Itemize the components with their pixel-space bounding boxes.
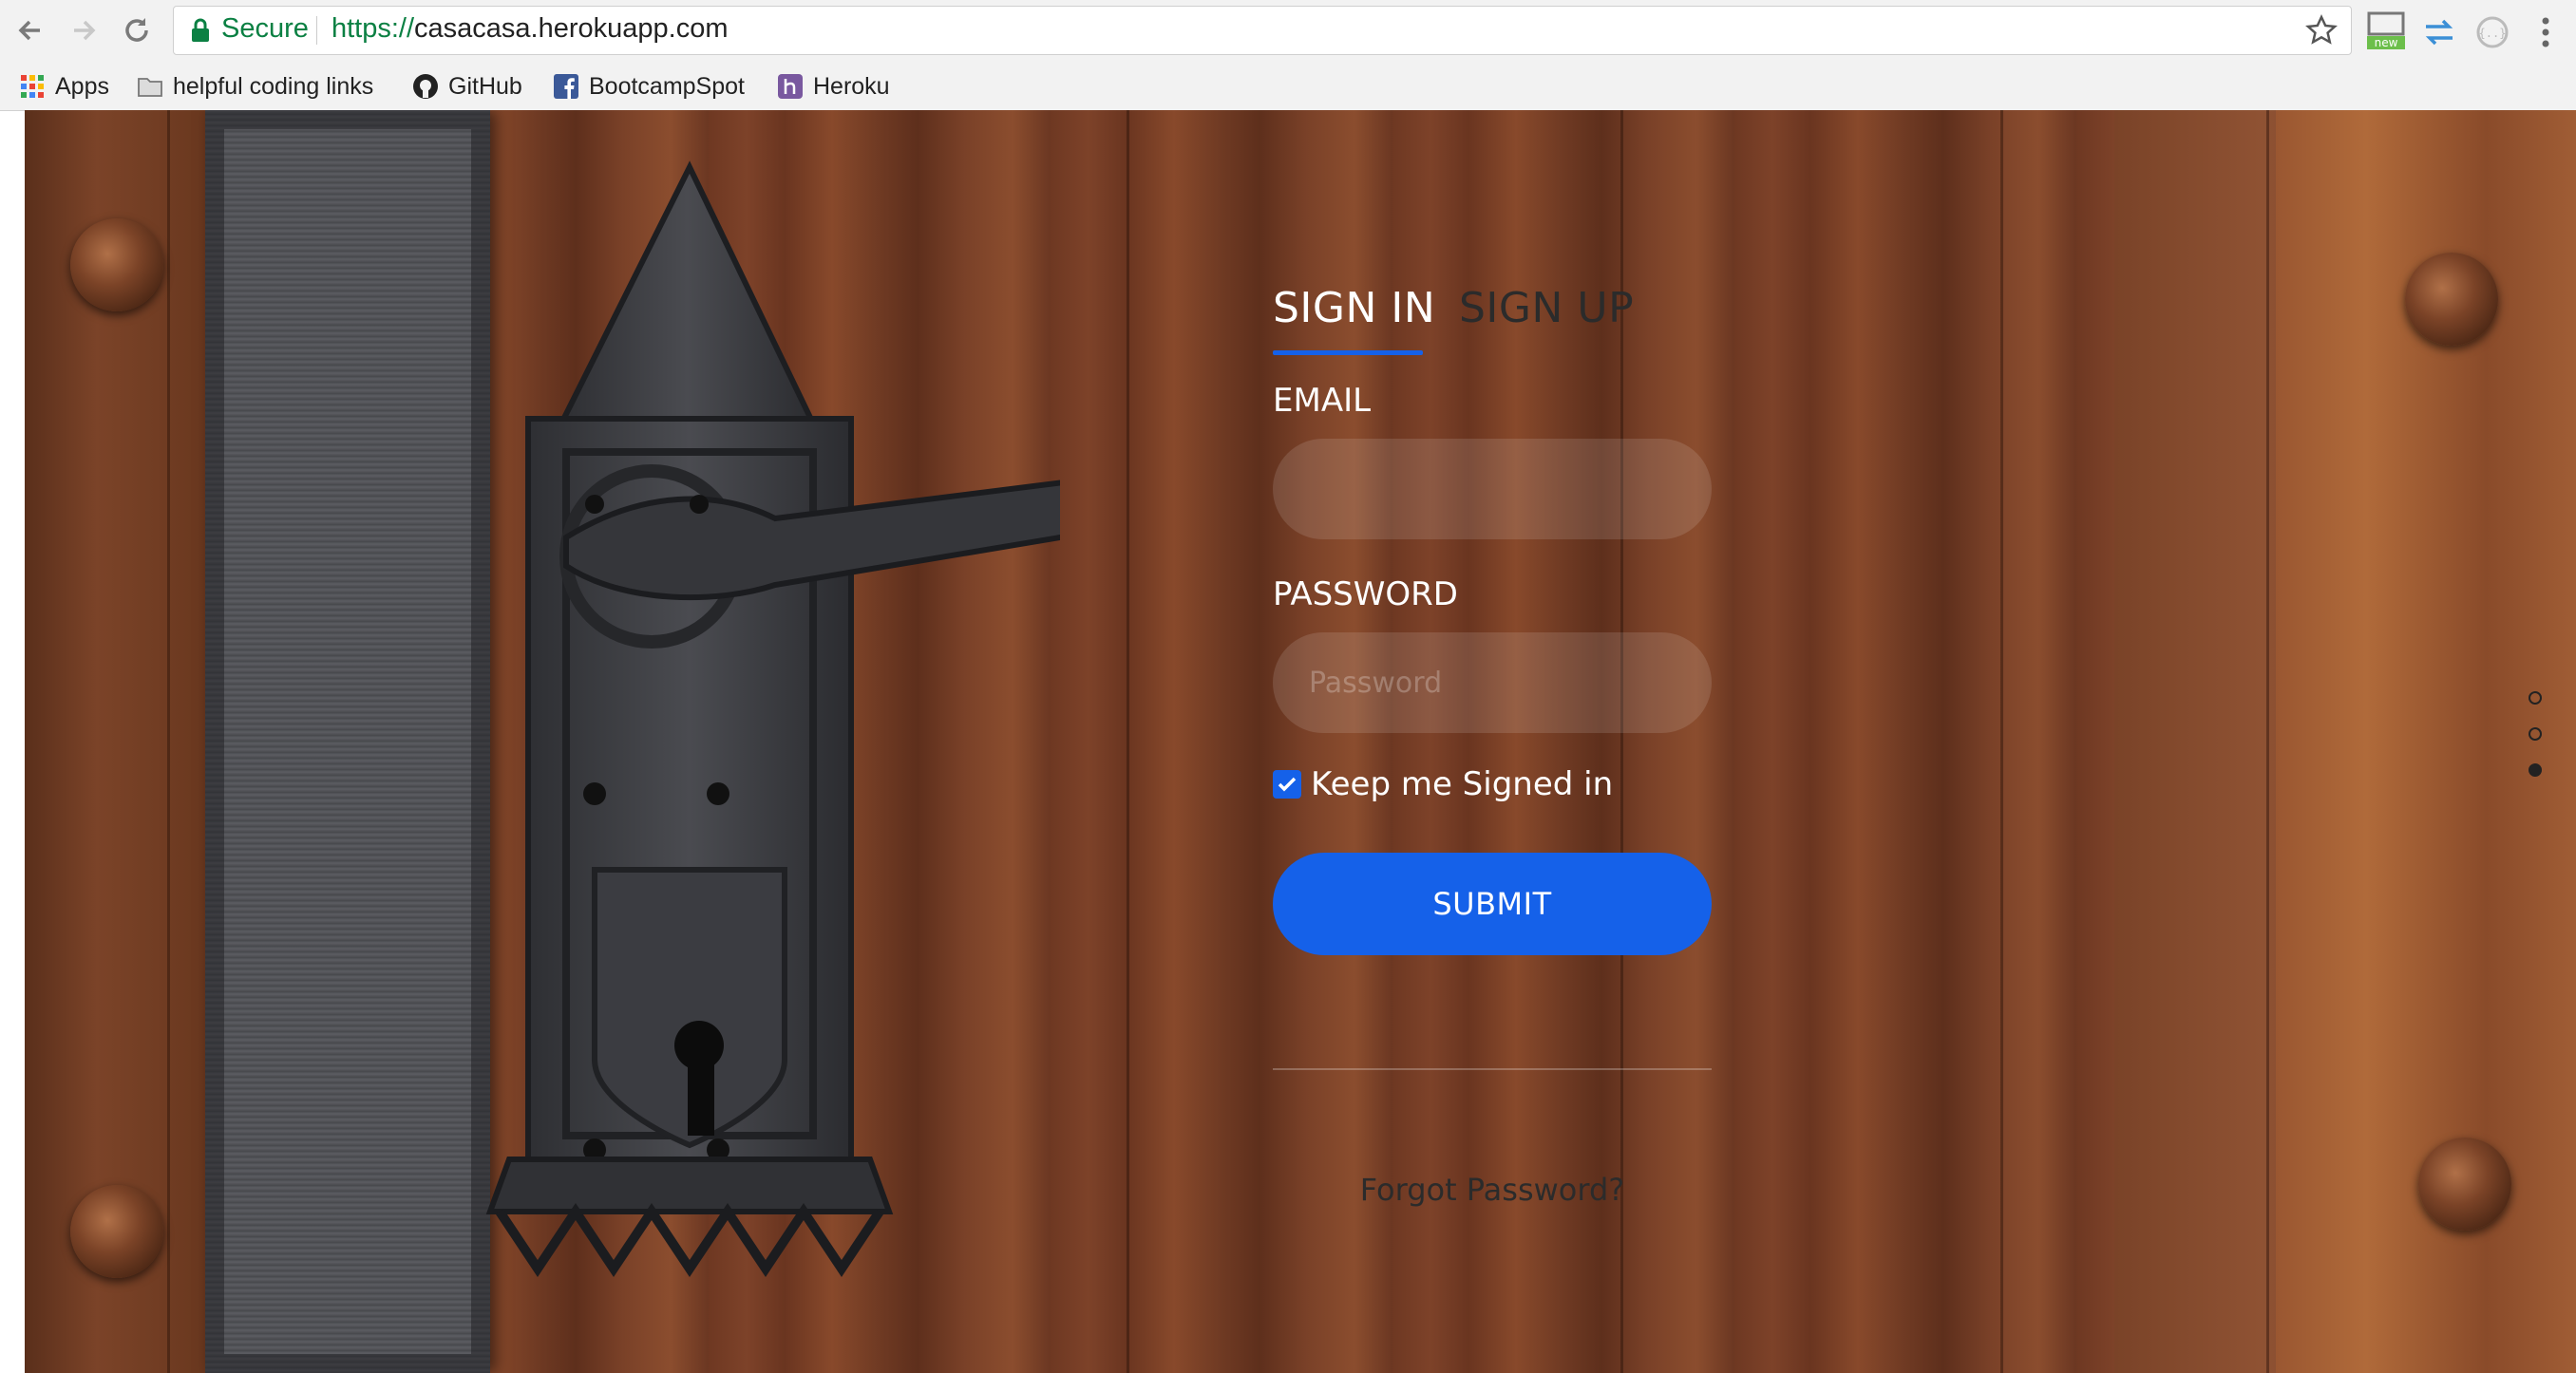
- back-button[interactable]: [13, 13, 47, 47]
- url-text[interactable]: https://casacasa.herokuapp.com: [331, 13, 729, 45]
- keep-signed-in-label[interactable]: Keep me Signed in: [1311, 765, 1613, 803]
- bookmark-github[interactable]: GitHub: [412, 68, 522, 104]
- bookmark-bootcampspot[interactable]: BootcampSpot: [553, 68, 745, 104]
- door-bolt: [2418, 1138, 2511, 1231]
- bookmark-label: GitHub: [448, 72, 522, 100]
- door-bolt: [70, 218, 163, 311]
- password-input[interactable]: [1273, 632, 1712, 733]
- bookmark-label: BootcampSpot: [589, 72, 745, 100]
- address-bar[interactable]: Secure https://casacasa.herokuapp.com: [173, 6, 2352, 55]
- door-bolt: [2405, 253, 2498, 346]
- keep-signed-in-checkbox[interactable]: [1273, 770, 1301, 799]
- svg-text:{..}: {..}: [2479, 27, 2507, 40]
- keep-signed-in-row: Keep me Signed in: [1273, 765, 1613, 803]
- bookmark-label: Apps: [55, 72, 109, 100]
- bookmark-label: Heroku: [813, 72, 890, 100]
- sync-arrows-icon[interactable]: [2418, 11, 2460, 53]
- password-label: PASSWORD: [1273, 575, 1458, 613]
- door-handle-lock-plate: [485, 160, 1060, 1278]
- apps-grid-icon: [19, 73, 46, 100]
- extension-badge-text: new: [2375, 36, 2398, 49]
- slide-dot-3[interactable]: [2529, 763, 2542, 777]
- bookmark-heroku[interactable]: Heroku: [777, 68, 890, 104]
- bookmark-apps[interactable]: Apps: [19, 68, 109, 104]
- forgot-password-link[interactable]: Forgot Password?: [1273, 1172, 1712, 1208]
- url-scheme: https://: [331, 13, 415, 44]
- forward-arrow-icon: [74, 20, 96, 41]
- forward-button[interactable]: [66, 13, 101, 47]
- slide-dot-1[interactable]: [2529, 691, 2542, 705]
- bookmark-star-icon[interactable]: [2305, 14, 2338, 47]
- wood-seam: [2000, 110, 2003, 1373]
- slide-indicator-dots: [2529, 691, 2548, 799]
- code-extension-icon[interactable]: {..}: [2472, 11, 2513, 53]
- form-divider: [1273, 1068, 1712, 1070]
- active-tab-underline: [1273, 350, 1423, 355]
- bookmark-folder-helpful-coding-links[interactable]: helpful coding links: [137, 68, 373, 104]
- back-arrow-icon: [18, 20, 40, 41]
- door-bolt: [70, 1185, 163, 1278]
- bookmark-label: helpful coding links: [173, 72, 374, 100]
- wood-seam: [2266, 110, 2269, 1373]
- url-host: casacasa.herokuapp.com: [414, 13, 729, 44]
- tab-sign-up[interactable]: SIGN UP: [1459, 284, 1634, 332]
- browser-toolbar: Secure https://casacasa.herokuapp.com ne…: [0, 0, 2576, 63]
- lock-icon: [192, 18, 209, 42]
- github-icon: [412, 73, 439, 100]
- tab-sign-in[interactable]: SIGN IN: [1273, 284, 1435, 332]
- url-separator: [316, 16, 317, 45]
- sign-in-form: SIGN IN SIGN UP EMAIL PASSWORD Keep me S…: [1273, 110, 1719, 1373]
- folder-icon: [137, 73, 163, 100]
- reload-button[interactable]: [120, 13, 154, 47]
- facebook-icon: [553, 73, 579, 100]
- secure-label: Secure: [221, 13, 309, 44]
- slide-dot-2[interactable]: [2529, 727, 2542, 741]
- checkmark-icon: [1278, 777, 1297, 792]
- submit-button[interactable]: SUBMIT: [1273, 853, 1712, 955]
- reload-icon: [125, 18, 148, 42]
- email-label: EMAIL: [1273, 382, 1372, 420]
- wood-seam: [1127, 110, 1129, 1373]
- chrome-menu-icon[interactable]: [2525, 11, 2567, 53]
- iron-hinge-strap: [205, 110, 490, 1373]
- heroku-icon: [777, 73, 804, 100]
- wood-seam: [167, 110, 170, 1373]
- email-input[interactable]: [1273, 439, 1712, 539]
- page-viewport: SIGN IN SIGN UP EMAIL PASSWORD Keep me S…: [25, 110, 2576, 1373]
- extension-new-icon[interactable]: new: [2365, 9, 2407, 51]
- bookmarks-bar: Apps helpful coding links GitHub Bootcam…: [0, 63, 2576, 111]
